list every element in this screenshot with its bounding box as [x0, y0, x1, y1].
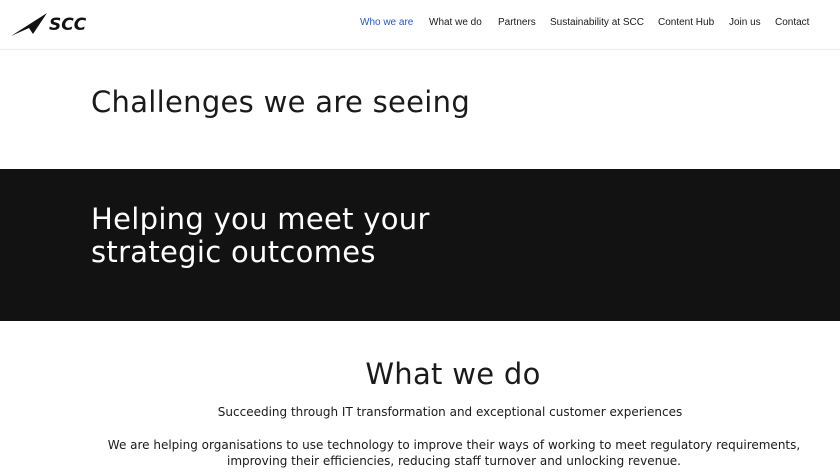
nav-item-who-we-are[interactable]: Who we are: [360, 17, 413, 28]
what-we-do-subtitle: Succeeding through IT transformation and…: [217, 405, 683, 419]
challenges-heading: Challenges we are seeing: [91, 85, 471, 119]
nav-item-contact[interactable]: Contact: [775, 17, 809, 28]
nav-item-sustainability[interactable]: Sustainability at SCC: [550, 17, 644, 28]
nav-item-partners[interactable]: Partners: [498, 17, 536, 28]
nav-item-join-us[interactable]: Join us: [729, 17, 761, 28]
what-we-do-heading: What we do: [365, 357, 541, 391]
site-header: SCC Who we are What we do Partners Susta…: [0, 0, 840, 50]
strategic-outcomes-banner: Helping you meet your strategic outcomes: [0, 169, 840, 321]
what-we-do-body: We are helping organisations to use tech…: [107, 438, 801, 468]
strategic-outcomes-heading: Helping you meet your strategic outcomes: [91, 202, 430, 269]
main-nav: Who we are What we do Partners Sustainab…: [0, 17, 840, 31]
nav-item-what-we-do[interactable]: What we do: [429, 17, 482, 28]
what-we-do-section: What we do Succeeding through IT transfo…: [0, 321, 840, 472]
nav-item-content-hub[interactable]: Content Hub: [658, 17, 714, 28]
challenges-section: Challenges we are seeing: [0, 50, 840, 169]
